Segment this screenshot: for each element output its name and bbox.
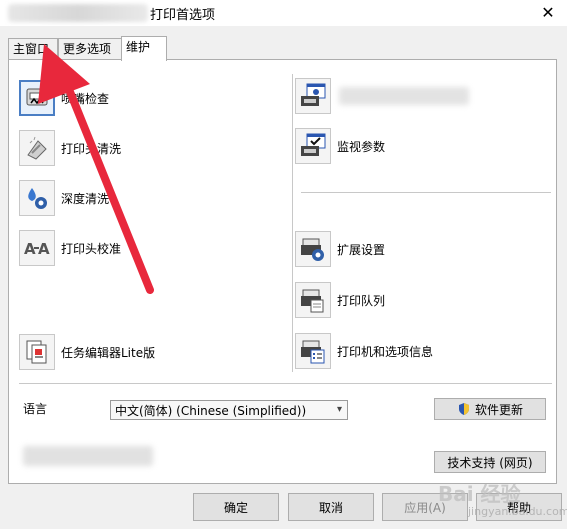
printer-info-label: 打印机和选项信息 (337, 344, 434, 359)
print-head-alignment-icon[interactable]: AA (19, 230, 55, 266)
extended-settings-label: 扩展设置 (337, 242, 386, 257)
extended-settings-item[interactable]: 扩展设置 (295, 231, 385, 267)
nozzle-check-label: 喷嘴检查 (61, 91, 110, 106)
power-cleaning-label: 深度清洗 (61, 191, 110, 206)
software-update-button[interactable]: 软件更新 (434, 398, 546, 420)
language-label: 语言 (23, 402, 48, 416)
watermark-logo: Bai 经验 (438, 482, 521, 506)
tab-maintenance[interactable]: 维护 (121, 36, 167, 61)
status-monitor-item[interactable] (295, 78, 469, 114)
printer-info-item[interactable]: 打印机和选项信息 (295, 333, 433, 369)
monitoring-preferences-icon[interactable] (295, 128, 331, 164)
blurred-printer-name (8, 4, 148, 22)
vertical-divider (292, 74, 293, 372)
svg-text:A: A (38, 240, 50, 258)
job-arranger-label: 任务编辑器Lite版 (61, 345, 156, 360)
power-cleaning-icon[interactable] (19, 180, 55, 216)
monitoring-preferences-item[interactable]: 监视参数 (295, 128, 385, 164)
cancel-button[interactable]: 取消 (288, 493, 374, 521)
close-icon: ✕ (541, 2, 555, 22)
print-head-alignment-label: 打印头校准 (61, 241, 122, 256)
chevron-down-icon: ▾ (336, 404, 342, 415)
head-cleaning-icon[interactable] (19, 130, 55, 166)
nozzle-check-icon[interactable] (19, 80, 55, 116)
status-monitor-icon[interactable] (295, 78, 331, 114)
window-title: 打印首选项 (150, 8, 216, 23)
job-arranger-item[interactable]: 任务编辑器Lite版 (19, 334, 155, 370)
print-queue-label: 打印队列 (337, 293, 386, 308)
maintenance-panel: 喷嘴检查 打印头清洗 深度清洗 AA 打印头校准 任务编辑器Lite版 监视参数… (8, 59, 557, 484)
watermark-url: jingyan.baidu.com (468, 505, 567, 518)
print-queue-item[interactable]: 打印队列 (295, 282, 385, 318)
head-cleaning-item[interactable]: 打印头清洗 (19, 130, 121, 166)
tab-main[interactable]: 主窗口 (8, 38, 58, 60)
monitoring-preferences-label: 监视参数 (337, 139, 386, 154)
print-queue-icon[interactable] (295, 282, 331, 318)
power-cleaning-item[interactable]: 深度清洗 (19, 180, 109, 216)
head-cleaning-label: 打印头清洗 (61, 141, 122, 156)
close-button[interactable]: ✕ (535, 0, 561, 24)
tab-more-options[interactable]: 更多选项 (58, 38, 122, 60)
job-arranger-icon[interactable] (19, 334, 55, 370)
blurred-info-text (23, 446, 153, 466)
tech-support-button[interactable]: 技术支持 (网页) (434, 451, 546, 473)
ok-button[interactable]: 确定 (193, 493, 279, 521)
shield-icon (458, 403, 469, 415)
section-divider (19, 383, 552, 384)
language-selected-value: 中文(简体) (Chinese (Simplified)) (115, 403, 307, 418)
printer-info-icon[interactable] (295, 333, 331, 369)
title-bar: 打印首选项 ✕ (0, 0, 567, 26)
print-head-alignment-item[interactable]: AA 打印头校准 (19, 230, 121, 266)
blurred-item-label (339, 87, 469, 105)
language-select[interactable]: 中文(简体) (Chinese (Simplified)) ▾ (110, 400, 348, 420)
right-divider (301, 192, 551, 193)
nozzle-check-item[interactable]: 喷嘴检查 (19, 80, 109, 116)
extended-settings-icon[interactable] (295, 231, 331, 267)
